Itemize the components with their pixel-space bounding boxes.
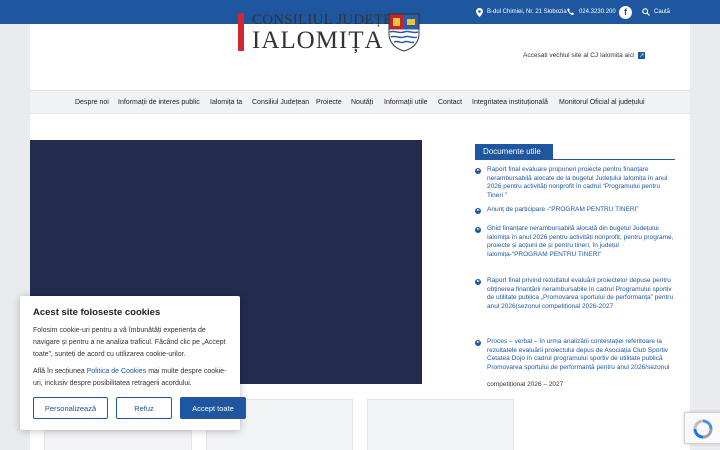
cookie-description: Folosim cookie-uri pentru a vă îmbunătăț… bbox=[33, 327, 226, 358]
news-card[interactable] bbox=[44, 430, 192, 450]
old-site-text: Accesati vechiul site al CJ Ialomita aic… bbox=[523, 52, 635, 59]
document-arrow-icon bbox=[475, 208, 481, 214]
news-card[interactable] bbox=[367, 399, 514, 450]
phone-item[interactable]: 024.3230.200 bbox=[567, 0, 616, 24]
cookie-policy-text: Află în secțiunea Politica de Cookies ma… bbox=[33, 366, 233, 390]
document-link-continuation: competițional 2026 – 2027 bbox=[487, 381, 677, 390]
nav-item-contact[interactable]: Contact bbox=[438, 91, 462, 115]
nav-item-noutati[interactable]: Noutăți bbox=[351, 91, 373, 115]
nav-item-consiliul-judetean[interactable]: Consiliul Județean bbox=[252, 91, 309, 115]
document-arrow-icon bbox=[475, 279, 481, 285]
address-item[interactable]: B-dul Chimiei, Nr. 21 Slobozia bbox=[476, 0, 567, 24]
document-arrow-icon bbox=[475, 340, 481, 346]
search-label: Caută bbox=[654, 9, 671, 15]
recaptcha-badge[interactable] bbox=[684, 412, 720, 444]
accept-all-button[interactable]: Accept toate bbox=[180, 397, 246, 419]
cookie-policy-prefix: Află în secțiunea bbox=[33, 368, 85, 375]
location-pin-icon bbox=[476, 7, 483, 17]
logo-red-bar bbox=[238, 13, 244, 51]
cookie-policy-link[interactable]: Politica de Cookies bbox=[87, 368, 147, 375]
old-site-link[interactable]: Accesati vechiul site al CJ Ialomita aic… bbox=[523, 52, 646, 59]
external-link-icon: ↗ bbox=[638, 52, 646, 59]
document-link[interactable]: Raport final privind rezultatul evaluări… bbox=[487, 277, 677, 311]
document-continuation-text: competițional 2026 – 2027 bbox=[487, 381, 564, 388]
cookie-consent-dialog: Acest site foloseste cookies Folosim coo… bbox=[20, 296, 246, 430]
document-link[interactable]: Proces – verbal – în urma analizării con… bbox=[487, 338, 677, 372]
nav-item-proiecte[interactable]: Proiecte bbox=[316, 91, 342, 115]
nav-item-monitorul-oficial[interactable]: Monitorul Oficial al județului bbox=[559, 91, 645, 115]
customize-button[interactable]: Personalizează bbox=[33, 397, 108, 419]
sidebar-divider bbox=[475, 159, 675, 160]
sidebar-title: Documente utile bbox=[475, 144, 553, 159]
reject-button[interactable]: Refuz bbox=[116, 397, 172, 419]
nav-item-despre-noi[interactable]: Despre noi bbox=[75, 91, 109, 115]
recaptcha-icon bbox=[693, 419, 713, 439]
nav-item-informatii-publice[interactable]: Informații de interes public bbox=[118, 91, 200, 115]
search-button[interactable]: Caută bbox=[642, 0, 670, 24]
nav-item-ialomita-ta[interactable]: Ialomița ta bbox=[210, 91, 242, 115]
document-arrow-icon bbox=[475, 227, 481, 233]
main-nav: Despre noi Informații de interes public … bbox=[30, 90, 690, 114]
address-text: B-dul Chimiei, Nr. 21 Slobozia bbox=[487, 9, 567, 15]
document-arrow-icon bbox=[475, 168, 481, 174]
cookie-title: Acest site foloseste cookies bbox=[33, 307, 161, 318]
document-link[interactable]: Raport final evaluare propuneri proiecte… bbox=[487, 166, 677, 200]
facebook-link[interactable]: f bbox=[619, 0, 632, 24]
phone-icon bbox=[567, 8, 574, 15]
facebook-icon: f bbox=[619, 5, 632, 19]
phone-text: 024.3230.200 bbox=[579, 9, 616, 15]
logo-line2: IALOMIȚA bbox=[252, 27, 384, 54]
nav-item-integritate[interactable]: Integritatea instituțională bbox=[472, 91, 548, 115]
document-link[interactable]: Anunț de participare -“PROGRAM PENTRU TI… bbox=[487, 206, 677, 215]
document-link[interactable]: Ghid finanțare nerambursabilă alocată di… bbox=[487, 225, 677, 259]
county-crest-icon bbox=[388, 13, 420, 52]
nav-item-informatii-utile[interactable]: Informații utile bbox=[384, 91, 428, 115]
search-icon bbox=[642, 8, 650, 16]
